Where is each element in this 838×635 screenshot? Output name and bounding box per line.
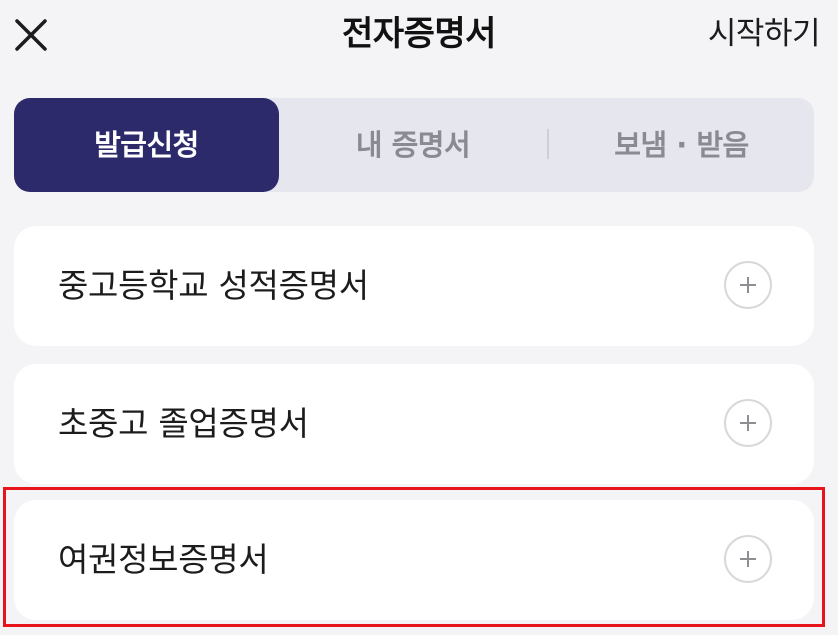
plus-circle-icon[interactable] [724, 535, 772, 583]
certificate-item-passport[interactable]: 여권정보증명서 [14, 500, 814, 620]
tab-my-certificates[interactable]: 내 증명서 [279, 98, 547, 192]
certificate-item-label: 초중고 졸업증명서 [58, 404, 309, 443]
certificate-item-label: 여권정보증명서 [58, 540, 269, 579]
certificate-item-graduation[interactable]: 초중고 졸업증명서 [14, 364, 814, 484]
certificate-item-grade-report[interactable]: 중고등학교 성적증명서 [14, 226, 814, 346]
tab-sent-received[interactable]: 보냄 · 받음 [549, 98, 814, 192]
tab-issue-request[interactable]: 발급신청 [14, 98, 279, 192]
start-button[interactable]: 시작하기 [708, 12, 821, 56]
top-bar: 전자증명서 시작하기 [0, 0, 838, 72]
plus-circle-icon[interactable] [724, 399, 772, 447]
certificate-item-label: 중고등학교 성적증명서 [58, 266, 369, 305]
tab-bar: 발급신청 내 증명서 보냄 · 받음 [14, 98, 814, 192]
plus-circle-icon[interactable] [724, 261, 772, 309]
